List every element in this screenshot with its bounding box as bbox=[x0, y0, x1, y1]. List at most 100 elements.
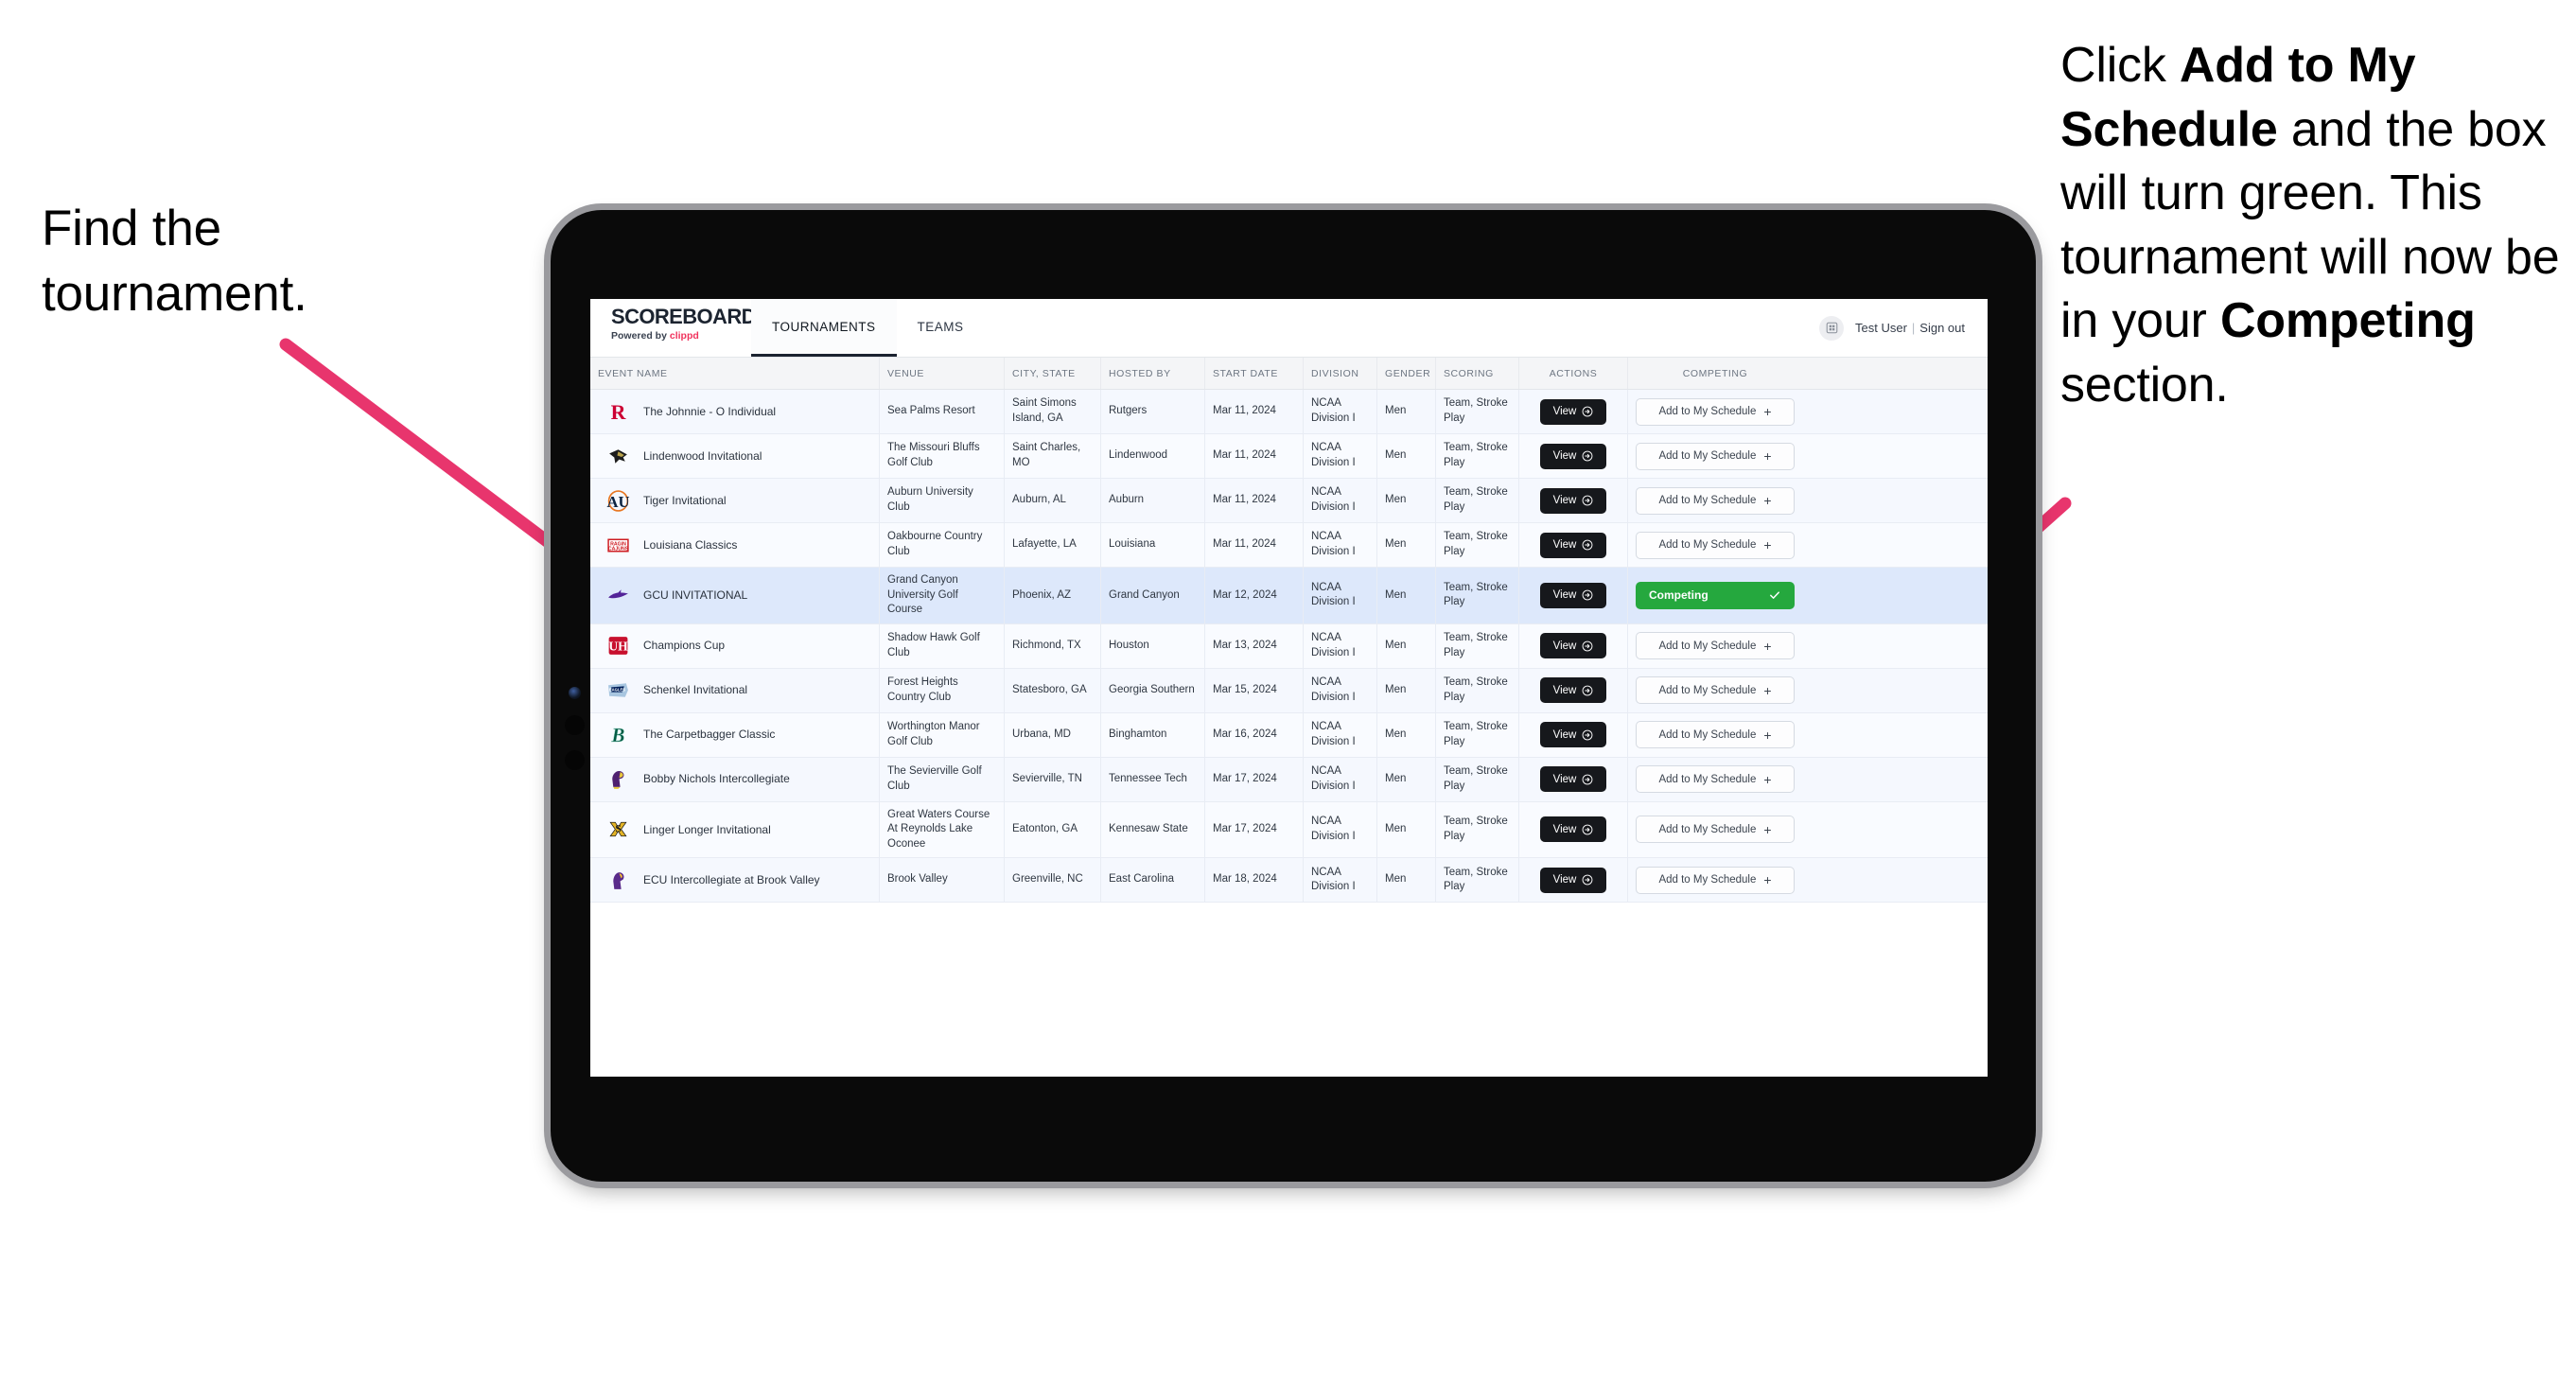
event-name-label: The Johnnie - O Individual bbox=[643, 404, 777, 418]
table-row[interactable]: Lindenwood Invitational The Missouri Bluf… bbox=[590, 434, 1988, 479]
view-button[interactable]: View bbox=[1540, 722, 1606, 748]
view-button-label: View bbox=[1552, 589, 1577, 602]
cell-division: NCAA Division I bbox=[1303, 801, 1376, 858]
column-header-start-date[interactable]: START DATE bbox=[1204, 358, 1303, 389]
add-to-my-schedule-button[interactable]: Add to My Schedule + bbox=[1636, 676, 1795, 705]
view-button[interactable]: View bbox=[1540, 398, 1606, 425]
add-to-my-schedule-label: Add to My Schedule bbox=[1658, 684, 1757, 696]
add-to-my-schedule-button[interactable]: Add to My Schedule + bbox=[1636, 866, 1795, 894]
annotation-text: Click bbox=[2060, 38, 2180, 93]
table-row[interactable]: EAGLES Schenkel Invitational Forest Height… bbox=[590, 668, 1988, 713]
table-row[interactable]: Bobby Nichols Intercollegiate The Sevierv… bbox=[590, 757, 1988, 802]
cell-actions: View bbox=[1518, 479, 1627, 522]
cell-competing: Add to My Schedule + bbox=[1627, 479, 1802, 522]
team-logo-icon: S bbox=[605, 816, 631, 842]
arrow-right-circle-icon bbox=[1582, 685, 1593, 695]
column-header-scoring[interactable]: SCORING bbox=[1435, 358, 1518, 389]
column-header-city-state[interactable]: CITY, STATE bbox=[1004, 358, 1100, 389]
cell-competing: Add to My Schedule + bbox=[1627, 623, 1802, 668]
cell-scoring: Team, Stroke Play bbox=[1435, 479, 1518, 522]
column-header-gender[interactable]: GENDER bbox=[1376, 358, 1435, 389]
view-button[interactable]: View bbox=[1540, 816, 1606, 843]
cell-venue: Brook Valley bbox=[879, 858, 1004, 903]
cell-city-state: Saint Charles, MO bbox=[1004, 434, 1100, 478]
competing-status-button[interactable]: Competing bbox=[1636, 581, 1795, 609]
table-row[interactable]: B The Carpetbagger Classic Worthington Man… bbox=[590, 712, 1988, 758]
view-button[interactable]: View bbox=[1540, 633, 1606, 659]
add-to-my-schedule-label: Add to My Schedule bbox=[1658, 539, 1757, 551]
view-button[interactable]: View bbox=[1540, 532, 1606, 558]
plus-icon: + bbox=[1763, 682, 1772, 698]
add-to-my-schedule-button[interactable]: Add to My Schedule + bbox=[1636, 765, 1795, 794]
view-button-label: View bbox=[1552, 874, 1577, 886]
add-to-my-schedule-label: Add to My Schedule bbox=[1658, 450, 1757, 462]
cell-event-name: RAGIN CAJUNS Louisiana Classics bbox=[590, 523, 879, 567]
add-to-my-schedule-button[interactable]: Add to My Schedule + bbox=[1636, 531, 1795, 559]
cell-city-state: Auburn, AL bbox=[1004, 479, 1100, 522]
cell-division: NCAA Division I bbox=[1303, 623, 1376, 668]
cell-event-name: AU Tiger Invitational bbox=[590, 479, 879, 522]
column-header-event-name[interactable]: EVENT NAME bbox=[590, 358, 879, 389]
cell-event-name: B The Carpetbagger Classic bbox=[590, 713, 879, 757]
table-row[interactable]: R The Johnnie - O Individual Sea Palms Res… bbox=[590, 390, 1988, 434]
arrow-right-circle-icon bbox=[1582, 495, 1593, 506]
view-button[interactable]: View bbox=[1540, 677, 1606, 704]
team-logo-icon: UH bbox=[605, 633, 631, 658]
cell-start-date: Mar 16, 2024 bbox=[1204, 712, 1303, 757]
cell-hosted-by: Auburn bbox=[1100, 479, 1204, 522]
cell-competing: Add to My Schedule + bbox=[1627, 858, 1802, 903]
cell-start-date: Mar 13, 2024 bbox=[1204, 623, 1303, 668]
add-to-my-schedule-button[interactable]: Add to My Schedule + bbox=[1636, 397, 1795, 426]
table-row[interactable]: AU Tiger Invitational Auburn University Cl… bbox=[590, 479, 1988, 523]
cell-gender: Men bbox=[1376, 434, 1435, 478]
cell-hosted-by: Binghamton bbox=[1100, 712, 1204, 757]
add-to-my-schedule-button[interactable]: Add to My Schedule + bbox=[1636, 486, 1795, 515]
table-row[interactable]: ECU Intercollegiate at Brook Valley Brook… bbox=[590, 858, 1988, 904]
view-button[interactable]: View bbox=[1540, 766, 1606, 793]
cell-hosted-by: Lindenwood bbox=[1100, 434, 1204, 478]
cell-gender: Men bbox=[1376, 757, 1435, 801]
nav-tab-tournaments[interactable]: TOURNAMENTS bbox=[751, 299, 897, 357]
column-header-division[interactable]: DIVISION bbox=[1303, 358, 1376, 389]
arrow-right-circle-icon bbox=[1582, 539, 1593, 551]
view-button-label: View bbox=[1552, 684, 1577, 696]
event-name-label: ECU Intercollegiate at Brook Valley bbox=[643, 873, 820, 886]
cell-gender: Men bbox=[1376, 858, 1435, 903]
brand-logo[interactable]: SCOREBOARD Powered by clippd bbox=[590, 299, 757, 357]
table-row[interactable]: S Linger Longer Invitational Great Waters … bbox=[590, 801, 1988, 859]
column-header-venue[interactable]: VENUE bbox=[879, 358, 1004, 389]
table-row[interactable]: UH Champions Cup Shadow Hawk Golf Club Rich… bbox=[590, 623, 1988, 669]
cell-actions: View bbox=[1518, 523, 1627, 567]
column-header-competing: COMPETING bbox=[1627, 358, 1802, 389]
view-button[interactable]: View bbox=[1540, 582, 1606, 608]
add-to-my-schedule-button[interactable]: Add to My Schedule + bbox=[1636, 442, 1795, 470]
cell-scoring: Team, Stroke Play bbox=[1435, 434, 1518, 478]
cell-event-name: Bobby Nichols Intercollegiate bbox=[590, 758, 879, 801]
view-button[interactable]: View bbox=[1540, 867, 1606, 893]
powered-by-text: Powered by bbox=[611, 330, 670, 342]
table-row[interactable]: GCU INVITATIONAL Grand Canyon University … bbox=[590, 568, 1988, 624]
table-row[interactable]: RAGIN CAJUNS Louisiana Classics Oakbourne C… bbox=[590, 523, 1988, 568]
cell-city-state: Saint Simons Island, GA bbox=[1004, 390, 1100, 433]
add-to-my-schedule-button[interactable]: Add to My Schedule + bbox=[1636, 632, 1795, 660]
tablet-sensor-icon bbox=[565, 750, 585, 770]
view-button[interactable]: View bbox=[1540, 487, 1606, 514]
avatar[interactable] bbox=[1819, 315, 1844, 341]
plus-icon: + bbox=[1763, 771, 1772, 787]
add-to-my-schedule-button[interactable]: Add to My Schedule + bbox=[1636, 816, 1795, 844]
plus-icon: + bbox=[1763, 448, 1772, 464]
add-to-my-schedule-button[interactable]: Add to My Schedule + bbox=[1636, 721, 1795, 749]
view-button[interactable]: View bbox=[1540, 443, 1606, 469]
add-to-my-schedule-label: Add to My Schedule bbox=[1658, 874, 1757, 886]
cell-actions: View bbox=[1518, 390, 1627, 433]
cell-city-state: Richmond, TX bbox=[1004, 623, 1100, 668]
plus-icon: + bbox=[1763, 727, 1772, 743]
cell-start-date: Mar 11, 2024 bbox=[1204, 434, 1303, 478]
cell-hosted-by: Georgia Southern bbox=[1100, 668, 1204, 712]
sign-out-link[interactable]: Sign out bbox=[1919, 321, 1965, 335]
cell-actions: View bbox=[1518, 668, 1627, 712]
nav-tab-teams[interactable]: TEAMS bbox=[897, 299, 985, 357]
add-to-my-schedule-label: Add to My Schedule bbox=[1658, 495, 1757, 506]
cell-actions: View bbox=[1518, 568, 1627, 623]
column-header-hosted-by[interactable]: HOSTED BY bbox=[1100, 358, 1204, 389]
